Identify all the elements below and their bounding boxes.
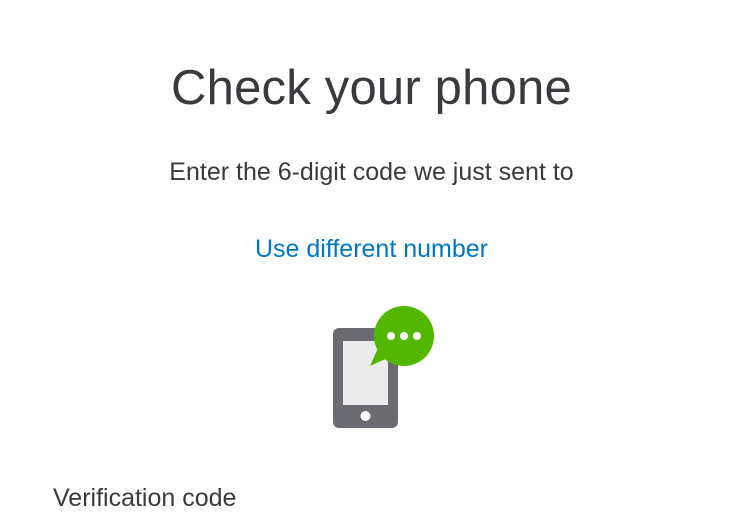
phone-message-icon bbox=[330, 304, 440, 430]
use-different-number-container: Use different number bbox=[0, 233, 743, 265]
phone-home-button bbox=[360, 411, 371, 421]
use-different-number-link[interactable]: Use different number bbox=[255, 235, 488, 263]
bubble-dot-1 bbox=[387, 332, 395, 340]
instructions-text: Enter the 6-digit code we just sent to bbox=[169, 158, 574, 186]
bubble-dot-3 bbox=[413, 332, 421, 340]
bubble-dot-2 bbox=[400, 332, 408, 340]
page-title: Check your phone bbox=[171, 61, 572, 115]
phone-message-svg bbox=[333, 306, 434, 428]
verification-code-label: Verification code bbox=[53, 484, 237, 512]
